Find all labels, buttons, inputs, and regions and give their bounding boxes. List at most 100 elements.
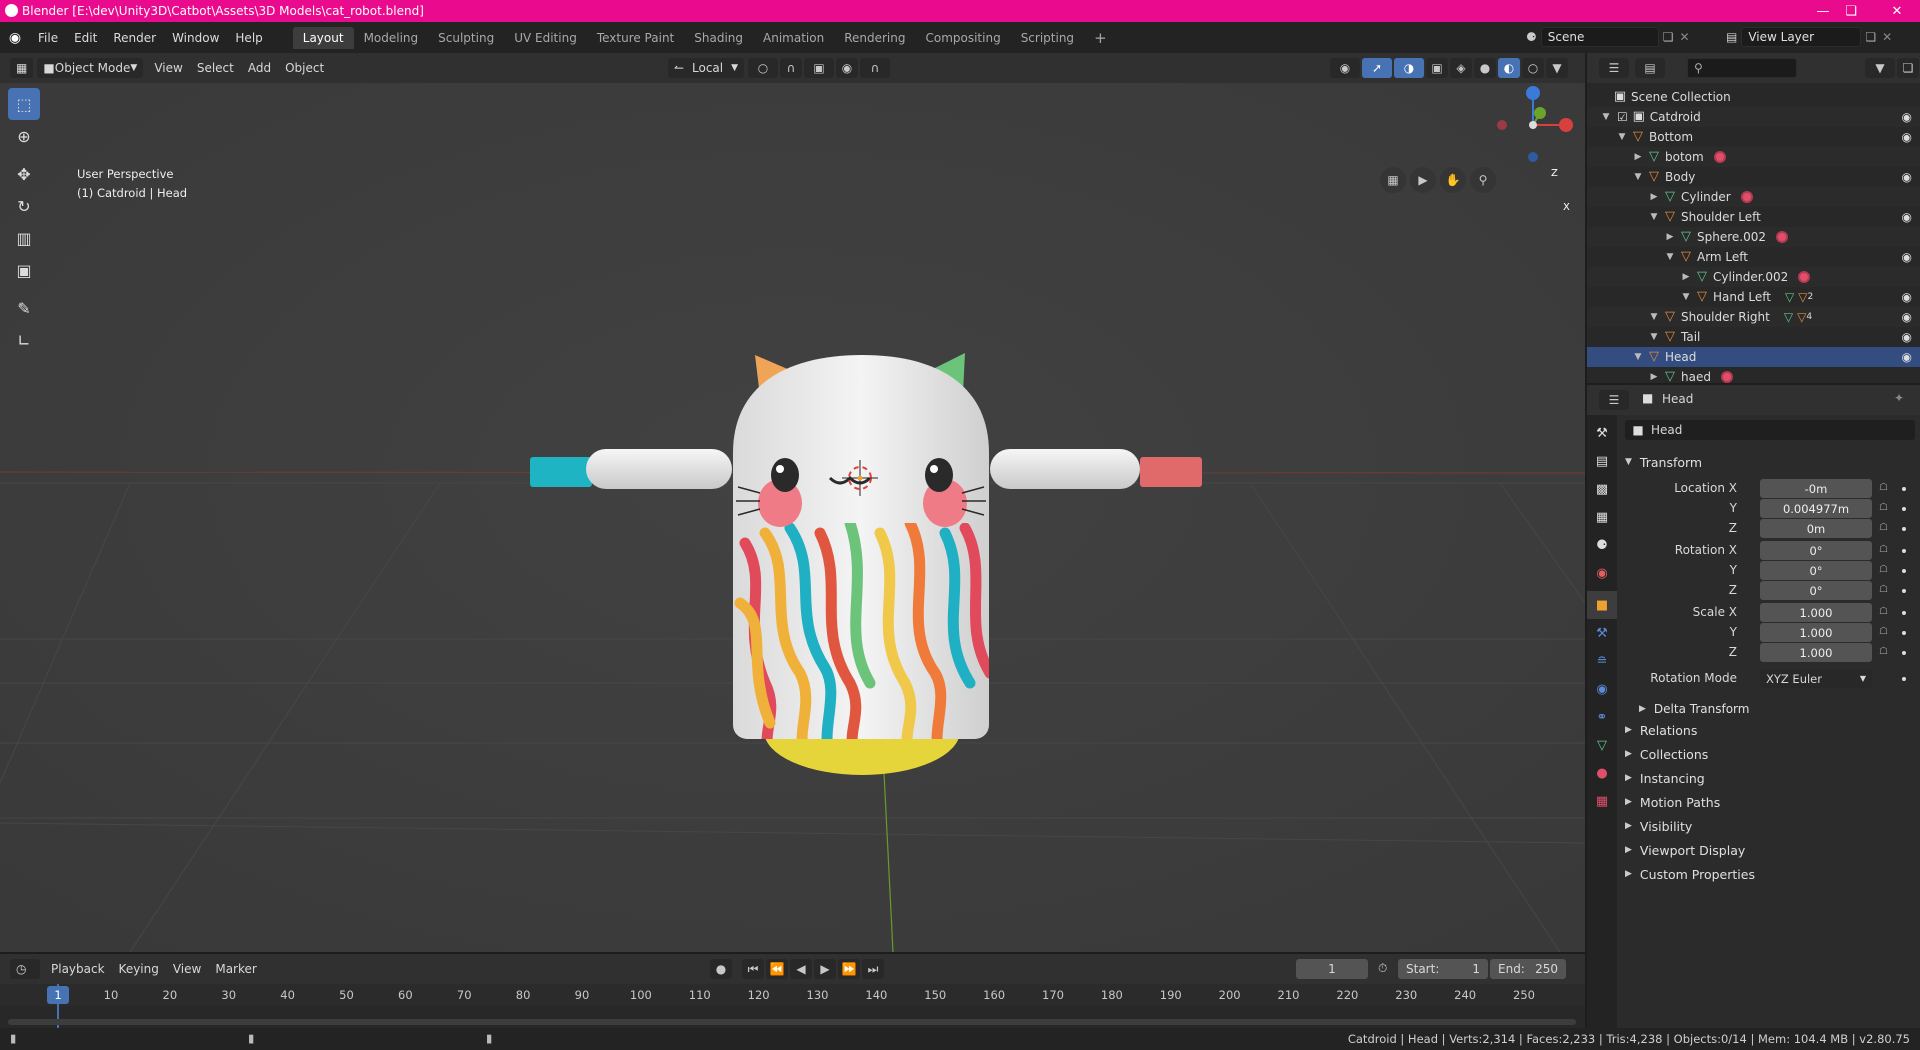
lock-icon[interactable]: ☖ bbox=[1879, 544, 1888, 555]
move-tool-icon[interactable]: ✥ bbox=[8, 158, 40, 190]
wireframe-shading-icon[interactable]: ◈ bbox=[1450, 58, 1472, 78]
lock-icon[interactable]: ☖ bbox=[1879, 564, 1888, 575]
object-name-field[interactable]: ■ Head bbox=[1625, 420, 1915, 440]
constraints-tab-icon[interactable]: ⚭ bbox=[1587, 703, 1617, 731]
outliner-item[interactable]: ▶ ▽ Cylinder bbox=[1587, 187, 1920, 207]
location-x-field[interactable]: -0m bbox=[1760, 479, 1872, 498]
eye-icon[interactable]: ◉ bbox=[1902, 170, 1912, 184]
expand-right-icon[interactable]: ▶ bbox=[1649, 372, 1659, 382]
stopwatch-icon[interactable]: ⏱ bbox=[1378, 961, 1387, 976]
output-tab-icon[interactable]: ▩ bbox=[1587, 475, 1617, 503]
shading-options-icon[interactable]: ▼ bbox=[1546, 58, 1568, 78]
tab-scripting[interactable]: Scripting bbox=[1011, 27, 1084, 49]
tab-shading[interactable]: Shading bbox=[684, 27, 753, 49]
outliner-item[interactable]: ▼ ☑ ▣ Catdroid ◉ bbox=[1587, 107, 1920, 127]
eye-icon[interactable]: ◉ bbox=[1902, 290, 1912, 304]
add-workspace-button[interactable]: + bbox=[1084, 27, 1117, 49]
expand-right-icon[interactable]: ▶ bbox=[1665, 232, 1675, 242]
scene-collection-row[interactable]: ▣ Scene Collection bbox=[1587, 87, 1920, 107]
rotation-z-field[interactable]: 0° bbox=[1760, 581, 1872, 600]
keyframe-dot[interactable] bbox=[1902, 527, 1906, 531]
lock-icon[interactable]: ☖ bbox=[1879, 584, 1888, 595]
expand-right-icon[interactable]: ▶ bbox=[1681, 272, 1691, 282]
jump-keyframe-back-icon[interactable]: ⏪ bbox=[766, 959, 788, 979]
start-frame-field[interactable]: Start: 1 bbox=[1398, 959, 1488, 979]
menu-select[interactable]: Select bbox=[190, 61, 241, 75]
outliner-item[interactable]: ▶ ▽ Cylinder.002 bbox=[1587, 267, 1920, 287]
rotation-x-field[interactable]: 0° bbox=[1760, 541, 1872, 560]
transform-panel-header[interactable]: ▼ Transform bbox=[1625, 451, 1915, 473]
cursor-tool-icon[interactable]: ⊕ bbox=[8, 120, 40, 152]
scale-y-field[interactable]: 1.000 bbox=[1760, 623, 1872, 642]
keyframe-dot[interactable] bbox=[1902, 569, 1906, 573]
play-icon[interactable]: ▶ bbox=[814, 959, 836, 979]
panel-collections[interactable]: ▶ Collections bbox=[1625, 743, 1915, 765]
view-layer-tab-icon[interactable]: ▦ bbox=[1587, 503, 1617, 531]
outliner-item[interactable]: ▶ ▽ botom bbox=[1587, 147, 1920, 167]
location-y-field[interactable]: 0.004977m bbox=[1760, 499, 1872, 518]
expand-down-icon[interactable]: ▼ bbox=[1681, 292, 1691, 302]
expand-down-icon[interactable]: ▼ bbox=[1617, 132, 1627, 142]
outliner-item[interactable]: ▼ ▽ Head ◉ bbox=[1587, 347, 1920, 367]
scene-tab-icon[interactable]: ⚈ bbox=[1587, 531, 1617, 559]
close-button[interactable]: ✕ bbox=[1874, 0, 1920, 22]
scale-x-field[interactable]: 1.000 bbox=[1760, 603, 1872, 622]
scale-z-field[interactable]: 1.000 bbox=[1760, 643, 1872, 662]
keyframe-dot[interactable] bbox=[1902, 611, 1906, 615]
playhead-frame-label[interactable]: 1 bbox=[47, 986, 69, 1004]
collection-checkbox[interactable]: ☑ bbox=[1617, 110, 1628, 124]
menu-edit[interactable]: Edit bbox=[66, 28, 105, 48]
camera-view-icon[interactable]: ▶ bbox=[1410, 167, 1436, 193]
outliner-item[interactable]: ▼ ▽ Tail ◉ bbox=[1587, 327, 1920, 347]
tab-sculpting[interactable]: Sculpting bbox=[428, 27, 504, 49]
editor-type-button[interactable]: ▦ bbox=[10, 58, 34, 78]
new-collection-icon[interactable]: ❏ bbox=[1897, 58, 1919, 78]
new-view-layer-icon[interactable]: ❏ bbox=[1865, 30, 1876, 44]
gizmo-toggle-icon[interactable]: ➚ bbox=[1362, 58, 1392, 78]
menu-render[interactable]: Render bbox=[105, 28, 164, 48]
eye-icon[interactable]: ◉ bbox=[1902, 110, 1912, 124]
world-tab-icon[interactable]: ◉ bbox=[1587, 559, 1617, 587]
overlays-icon[interactable]: ◑ bbox=[1394, 58, 1424, 78]
keyframe-dot[interactable] bbox=[1902, 589, 1906, 593]
mode-selector[interactable]: ■ Object Mode ▼ bbox=[37, 58, 144, 78]
lock-icon[interactable]: ☖ bbox=[1879, 646, 1888, 657]
rendered-shading-icon[interactable]: ○ bbox=[1522, 58, 1544, 78]
zoom-icon[interactable]: ⚲ bbox=[1470, 167, 1496, 193]
tab-rendering[interactable]: Rendering bbox=[834, 27, 915, 49]
eye-icon[interactable]: ◉ bbox=[1902, 210, 1912, 224]
view-layer-selector[interactable]: View Layer bbox=[1741, 27, 1862, 47]
particles-tab-icon[interactable]: ≘ bbox=[1587, 647, 1617, 675]
outliner-item[interactable]: ▼ ▽ Body ◉ bbox=[1587, 167, 1920, 187]
lock-icon[interactable]: ☖ bbox=[1879, 522, 1888, 533]
texture-tab-icon[interactable]: ▦ bbox=[1587, 787, 1617, 815]
end-frame-field[interactable]: End: 250 bbox=[1490, 959, 1566, 979]
delta-transform-panel[interactable]: ▶ Delta Transform bbox=[1639, 698, 1920, 720]
menu-timeline-view[interactable]: View bbox=[166, 962, 208, 976]
rotate-tool-icon[interactable]: ↻ bbox=[8, 190, 40, 222]
record-icon[interactable]: ● bbox=[710, 959, 732, 979]
eye-icon[interactable]: ◉ bbox=[1902, 310, 1912, 324]
measure-tool-icon[interactable]: ∟ bbox=[8, 324, 40, 356]
grid-view-icon[interactable]: ▦ bbox=[1380, 167, 1406, 193]
menu-window[interactable]: Window bbox=[164, 28, 227, 48]
panel-visibility[interactable]: ▶ Visibility bbox=[1625, 815, 1915, 837]
tab-texture-paint[interactable]: Texture Paint bbox=[587, 27, 684, 49]
properties-editor-type-icon[interactable]: ☰ bbox=[1599, 390, 1629, 410]
outliner-item[interactable]: ▼ ▽ Bottom ◉ bbox=[1587, 127, 1920, 147]
data-tab-icon[interactable]: ▽ bbox=[1587, 731, 1617, 759]
falloff-icon[interactable]: ∩ bbox=[860, 58, 890, 78]
rotation-y-field[interactable]: 0° bbox=[1760, 561, 1872, 580]
panel-viewport-display[interactable]: ▶ Viewport Display bbox=[1625, 839, 1915, 861]
outliner-item[interactable]: ▼ ▽ Arm Left ◉ bbox=[1587, 247, 1920, 267]
material-shading-icon[interactable]: ◐ bbox=[1498, 58, 1520, 78]
object-tab-icon[interactable]: ■ bbox=[1587, 591, 1617, 619]
menu-object[interactable]: Object bbox=[278, 61, 331, 75]
keyframe-dot[interactable] bbox=[1902, 651, 1906, 655]
tab-modeling[interactable]: Modeling bbox=[354, 27, 429, 49]
outliner-item[interactable]: ▶ ▽ Sphere.002 bbox=[1587, 227, 1920, 247]
solid-shading-icon[interactable]: ● bbox=[1474, 58, 1496, 78]
keyframe-dot[interactable] bbox=[1902, 507, 1906, 511]
tab-compositing[interactable]: Compositing bbox=[915, 27, 1010, 49]
outliner-item[interactable]: ▶ ▽ haed bbox=[1587, 367, 1920, 387]
